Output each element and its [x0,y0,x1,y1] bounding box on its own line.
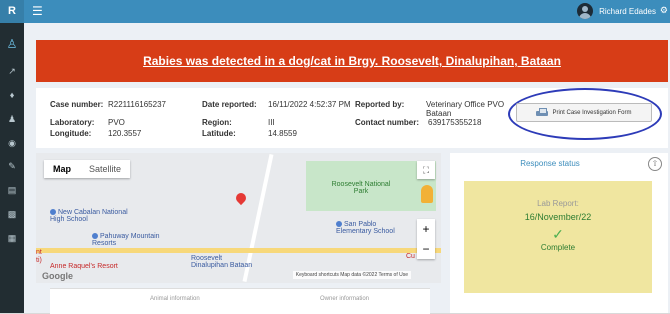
place-roosevelt-park: Roosevelt National Park [331,181,391,195]
response-status-title: Response status [520,159,580,168]
pegman-icon[interactable] [421,185,433,203]
collapse-icon[interactable]: ⇧ [648,157,662,171]
latitude-value: 14.8559 [268,129,297,138]
region-value: III [268,118,275,127]
fullscreen-icon[interactable]: ⛶ [417,161,435,179]
doc-icon[interactable]: ▤ [6,184,18,196]
case-number-label: Case number: [50,100,104,109]
laboratory-value: PVO [108,118,125,127]
longitude-value: 120.3557 [108,129,142,138]
longitude-label: Longitude: [50,129,92,138]
reported-by-value: Veterinary Office PVO Bataan [426,100,505,118]
case-form-panel: Animal information Owner information [50,288,430,314]
lab-report-status: Complete [540,243,576,252]
print-highlight: Print Case Investigation Form [508,88,662,140]
laboratory-label: Laboratory: [50,118,95,127]
reported-by-label: Reported by: [355,100,405,109]
tab-satellite[interactable]: Satellite [80,160,130,178]
map-view[interactable]: Map Satellite Roosevelt National Park Ne… [36,153,441,283]
brand-logo[interactable]: R [0,0,24,23]
user-menu[interactable]: Richard Edades [577,3,656,19]
user-name: Richard Edades [599,6,656,16]
contact-value: 639175355218 [428,118,482,127]
print-button-label: Print Case Investigation Form [552,109,632,116]
avatar-icon [577,3,594,19]
hamburger-icon[interactable]: ☰ [32,0,43,23]
case-number-value: R221116165237 [108,100,166,109]
syringe-icon[interactable]: ↗ [6,65,18,77]
dashboard-icon[interactable]: ◉ [6,137,18,149]
zoom-control: + − [417,219,435,259]
latitude-label: Latitude: [202,129,236,138]
date-reported-label: Date reported: [202,100,257,109]
map-footer[interactable]: Keyboard shortcuts Map data ©2022 Terms … [292,271,411,279]
region-label: Region: [202,118,232,127]
animal-info-header: Animal information [150,296,200,302]
lab-report-card: Lab Report: 16/November/22 ✓ Complete [464,181,652,293]
place-cut: Cu [406,253,415,260]
map-type-tabs: Map Satellite [44,160,131,178]
dog-icon[interactable]: ♦ [6,89,18,101]
google-logo: Google [42,271,73,281]
gear-icon[interactable]: ⚙ [660,5,668,16]
zoom-in-button[interactable]: + [417,219,435,239]
zoom-out-button[interactable]: − [417,239,435,259]
place-san-pablo: San Pablo Elementary School [336,221,395,235]
user-icon[interactable]: ♟ [6,113,18,125]
check-icon: ✓ [552,226,564,242]
place-new-cabalan: New Cabalan National High School [50,209,128,223]
date-reported-value: 16/11/2022 4:52:37 PM [268,100,351,109]
road [36,248,441,253]
tab-map[interactable]: Map [44,160,80,178]
place-anne-raquel: Anne Raquel's Resort [50,263,118,270]
sidebar: ♙ ↗ ♦ ♟ ◉ ✎ ▤ ▩ ▦ [0,23,24,313]
owner-info-header: Owner information [320,296,370,302]
rabies-alert-banner: Rabies was detected in a dog/cat in Brgy… [36,40,668,82]
topbar: R ☰ Richard Edades ⚙ [0,0,670,23]
lab-report-date: 16/November/22 [524,212,592,222]
lab-report-title: Lab Report: [537,199,579,208]
place-left-label: nt [36,249,42,256]
alert-text[interactable]: Rabies was detected in a dog/cat in Brgy… [143,54,561,68]
response-status-panel: Response status ⇧ Lab Report: 16/Novembe… [450,153,668,313]
person-icon[interactable]: ♙ [6,38,18,50]
place-pahuway: Pahuway Mountain Resorts [92,233,160,247]
place-left-label2: ti) [36,257,42,264]
edit-icon[interactable]: ✎ [6,160,18,172]
contact-label: Contact number: [355,118,419,127]
list-icon[interactable]: ▦ [6,232,18,244]
case-location-marker[interactable] [233,190,249,206]
print-form-button[interactable]: Print Case Investigation Form [516,103,652,122]
printer-icon [536,107,549,118]
chart-icon[interactable]: ▩ [6,208,18,220]
place-roosevelt-town: Roosevelt Dinalupihan Bataan [191,255,253,269]
